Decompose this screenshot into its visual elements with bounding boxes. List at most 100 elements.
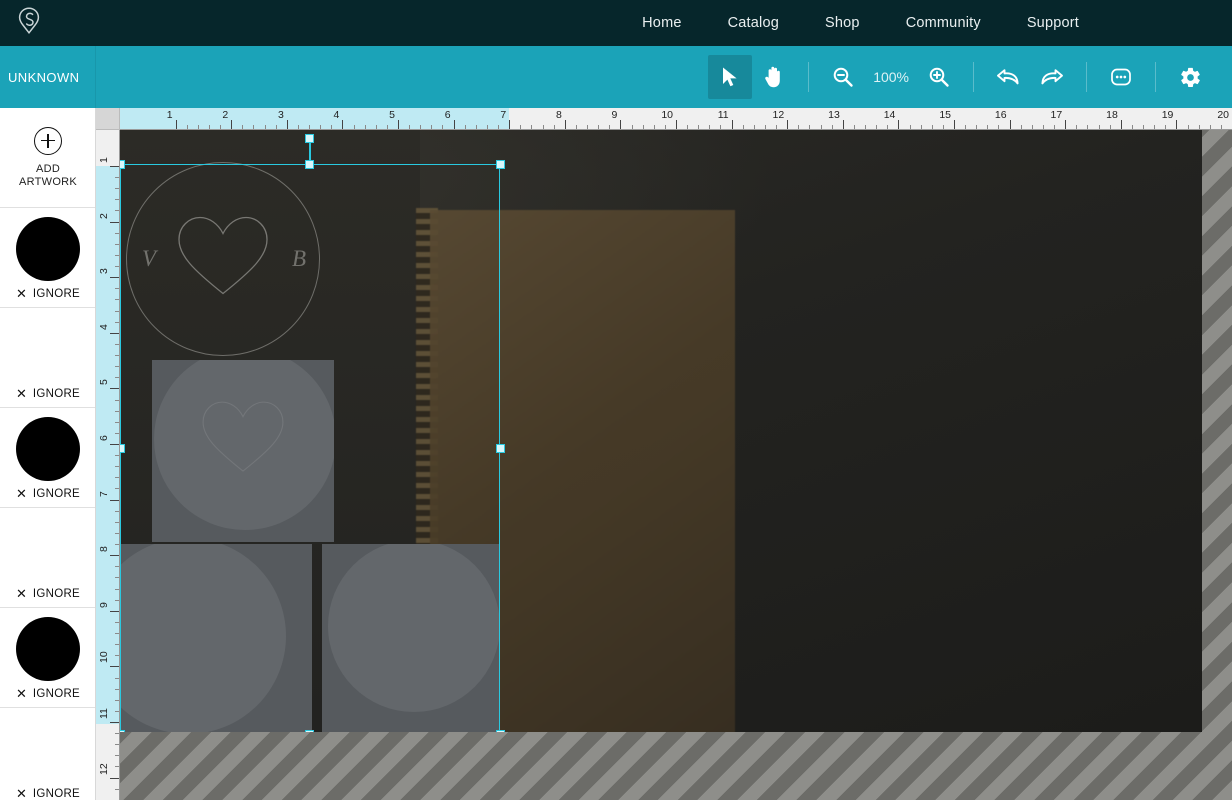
pin-spiral-logo-icon: [15, 6, 43, 41]
ruler-tick-minor: [720, 125, 722, 129]
artwork-slot[interactable]: ✕ IGNORE: [0, 308, 95, 408]
nav-link-support[interactable]: Support: [1004, 15, 1102, 31]
artwork-slot[interactable]: ✕ IGNORE: [0, 208, 95, 308]
artwork-thumbnail[interactable]: [16, 717, 80, 781]
ruler-tick-minor: [320, 125, 322, 129]
ruler-tick-minor: [115, 254, 119, 256]
ignore-button[interactable]: ✕ IGNORE: [0, 686, 95, 701]
ruler-tick-minor: [275, 125, 277, 129]
ignore-button[interactable]: ✕ IGNORE: [0, 287, 95, 300]
close-x-icon: ✕: [15, 686, 27, 701]
ruler-tick-minor: [1209, 125, 1211, 129]
zoom-out-button[interactable]: [821, 55, 865, 99]
select-tool-button[interactable]: [708, 55, 753, 99]
ruler-label: 15: [939, 109, 951, 121]
ruler-tick-minor: [115, 655, 119, 657]
ruler-tick-minor: [976, 125, 978, 129]
ellipsis-box-icon: [1109, 66, 1133, 88]
primary-nav-links: Home Catalog Shop Community Support: [619, 15, 1232, 31]
artwork-thumbnail[interactable]: [16, 317, 80, 381]
ruler-tick-minor: [475, 125, 477, 129]
artwork-thumbnail[interactable]: [16, 417, 80, 481]
hand-icon: [763, 65, 785, 89]
artwork-placeholder-tile[interactable]: [120, 544, 312, 732]
ruler-tick-minor: [115, 421, 119, 423]
nav-link-community[interactable]: Community: [883, 15, 1004, 31]
ruler-tick-major: [110, 221, 119, 223]
placeholder-disc: [328, 544, 500, 712]
ruler-tick-minor: [420, 125, 422, 129]
ruler-tick-minor: [115, 744, 119, 746]
ruler-tick-minor: [220, 125, 222, 129]
nav-link-shop[interactable]: Shop: [802, 15, 883, 31]
artwork-slot[interactable]: ✕ IGNORE: [0, 608, 95, 708]
ruler-tick-minor: [1187, 125, 1189, 129]
ruler-tick-minor: [115, 688, 119, 690]
nav-link-home[interactable]: Home: [619, 15, 704, 31]
ignore-button[interactable]: ✕ IGNORE: [0, 587, 95, 600]
artwork-slot[interactable]: ✕ IGNORE: [0, 508, 95, 608]
ruler-tick-minor: [115, 566, 119, 568]
ruler-tick-minor: [764, 125, 766, 129]
nav-link-catalog[interactable]: Catalog: [705, 15, 802, 31]
ruler-tick-minor: [920, 125, 922, 129]
undo-button[interactable]: [986, 55, 1030, 99]
redo-button[interactable]: [1030, 55, 1074, 99]
ruler-tick-minor: [687, 125, 689, 129]
vertical-ruler[interactable]: 1 2 3 4 5 6 7 8 9 10 11 12: [96, 130, 120, 800]
ruler-tick-minor: [115, 621, 119, 623]
ignore-button[interactable]: ✕ IGNORE: [0, 787, 95, 800]
artwork-placeholder-tile[interactable]: [322, 544, 500, 732]
settings-button[interactable]: [1168, 55, 1212, 99]
ruler-tick-major: [342, 120, 344, 129]
ruler-tick-major: [110, 499, 119, 501]
add-artwork-button[interactable]: ADD ARTWORK: [0, 108, 95, 208]
monogram-artwork[interactable]: V B: [126, 162, 320, 356]
artwork-thumbnail[interactable]: [16, 617, 80, 681]
ruler-tick-minor: [998, 125, 1000, 129]
horizontal-ruler[interactable]: 1 2 3 4 5 6 7 8 9 10 11 12 13 14 15 16 17 18 19 20: [120, 108, 1232, 130]
toolbar-divider: [808, 62, 810, 92]
zoom-in-button[interactable]: [917, 55, 961, 99]
ruler-tick-minor: [1098, 125, 1100, 129]
ruler-tick-major: [842, 120, 844, 129]
ignore-button[interactable]: ✕ IGNORE: [0, 387, 95, 400]
ignore-button[interactable]: ✕ IGNORE: [0, 486, 95, 501]
design-canvas[interactable]: V B: [120, 130, 1232, 800]
artwork-sidebar[interactable]: ADD ARTWORK ✕ IGNORE ✕ IGNORE ✕ IGNORE ✕…: [0, 108, 96, 800]
ruler-tick-minor: [853, 125, 855, 129]
artwork-slot[interactable]: ✕ IGNORE: [0, 408, 95, 508]
ruler-tick-minor: [942, 125, 944, 129]
zoom-level-label[interactable]: 100%: [865, 69, 917, 85]
toolbar-divider: [1086, 62, 1087, 92]
ruler-tick-minor: [1131, 125, 1133, 129]
ruler-label: 11: [98, 708, 110, 719]
ruler-tick-minor: [587, 125, 589, 129]
artwork-thumbnail[interactable]: [16, 517, 80, 581]
ruler-tick-minor: [115, 232, 119, 234]
ruler-tick-minor: [186, 125, 188, 129]
ruler-tick-major: [731, 120, 733, 129]
ruler-tick-minor: [353, 125, 355, 129]
ruler-label: 10: [661, 109, 673, 121]
ruler-tick-minor: [115, 188, 119, 190]
pan-tool-button[interactable]: [752, 55, 796, 99]
ruler-tick-minor: [115, 733, 119, 735]
ruler-tick-minor: [609, 125, 611, 129]
ruler-label: 10: [98, 651, 110, 664]
ruler-tick-minor: [542, 125, 544, 129]
ruler-tick-minor: [331, 125, 333, 129]
resize-handle-top-right[interactable]: [495, 159, 505, 169]
artwork-thumbnail[interactable]: [16, 217, 80, 281]
ruler-tick-minor: [253, 125, 255, 129]
ruler-tick-minor: [115, 199, 119, 201]
ruler-tick-minor: [798, 125, 800, 129]
close-x-icon: ✕: [15, 486, 27, 501]
ruler-tick-minor: [1076, 125, 1078, 129]
ruler-tick-minor: [1109, 125, 1111, 129]
artwork-placeholder-tile[interactable]: [152, 360, 334, 542]
app-logo[interactable]: [6, 0, 52, 46]
more-options-button[interactable]: [1099, 55, 1143, 99]
ruler-tick-minor: [1154, 125, 1156, 129]
artwork-slot[interactable]: ✕ IGNORE: [0, 708, 95, 800]
